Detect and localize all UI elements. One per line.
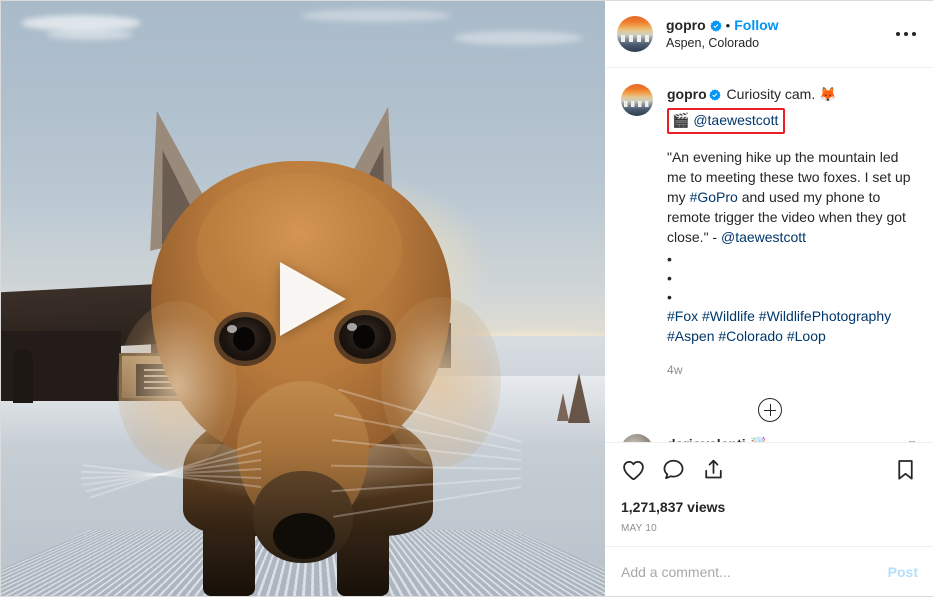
highlight-box: 🎬 @taewestcott [667,108,785,134]
highlighted-mention[interactable]: @taewestcott [693,112,778,128]
fox-emoji: 🦊 [819,87,836,103]
comment-text: 🤯 [749,437,766,442]
post-date: MAY 10 [621,523,918,534]
comment-bubble-icon[interactable] [661,457,686,487]
post-body: gopro Curiosity cam. 🦊 🎬 @taewestcott "A… [605,68,933,442]
comment-username[interactable]: dariovalenti [667,436,746,442]
load-more-comments[interactable] [621,398,918,422]
caption-text: gopro Curiosity cam. 🦊 🎬 @taewestcott "A… [667,84,918,380]
post-location[interactable]: Aspen, Colorado [666,36,779,51]
instagram-post: gopro • Follow Aspen, Colorado gopro Cur… [0,0,933,597]
clapper-emoji: 🎬 [672,113,689,129]
avatar[interactable] [617,16,653,52]
add-comment-bar: Post [605,546,933,596]
fox-eye-glint-right [347,323,357,331]
comment-like-icon[interactable] [906,434,918,442]
header-username-row: gopro • Follow [666,17,779,34]
post-actions: 1,271,837 views MAY 10 [605,442,933,546]
caption-hashtags[interactable]: #Fox #Wildlife #WildlifePhotography #Asp… [667,306,918,346]
caption-timestamp: 4w [667,360,918,380]
comment-content: dariovalenti 🤯 [667,434,906,442]
caption-quote: "An evening hike up the mountain led me … [667,147,918,247]
more-options-icon[interactable] [894,26,918,42]
spacer-dot: • [667,268,918,287]
fox-cheek-right [381,297,501,467]
post-sidebar: gopro • Follow Aspen, Colorado gopro Cur… [605,1,933,596]
verified-badge-icon [709,86,721,106]
play-triangle-icon[interactable] [280,262,346,336]
share-arrow-icon[interactable] [701,457,726,487]
fox-eye-left [219,317,271,361]
heart-icon[interactable] [621,457,646,487]
caption-avatar[interactable] [621,84,653,116]
post-header: gopro • Follow Aspen, Colorado [605,1,933,68]
caption-line1: Curiosity cam. [727,86,816,102]
action-icons-left [621,457,726,487]
caption-block: gopro Curiosity cam. 🦊 🎬 @taewestcott "A… [621,84,918,380]
comment-avatar[interactable] [621,434,653,442]
comment-input[interactable] [621,564,888,580]
header-text: gopro • Follow Aspen, Colorado [666,17,779,51]
avatar-detail [624,101,650,107]
follow-button[interactable]: Follow [734,17,778,34]
spacer-dot: • [667,287,918,306]
post-username[interactable]: gopro [666,17,706,34]
quote-mention[interactable]: @taewestcott [721,229,806,245]
post-comment-button[interactable]: Post [888,564,918,580]
spacer-dot: • [667,249,918,268]
verified-badge-icon [710,19,722,31]
caption-spacer-dots: • • • [667,249,918,306]
fox-nose [273,513,335,559]
fox-eye-glint-left [227,325,237,333]
hashtag-gopro[interactable]: #GoPro [690,189,738,205]
separator-dot: • [726,18,731,34]
caption-first-line: gopro Curiosity cam. 🦊 [667,84,918,106]
view-count: 1,271,837 views [621,499,918,515]
bookmark-icon[interactable] [893,457,918,487]
post-media[interactable] [1,1,605,596]
fox-eye-right [339,315,391,359]
plus-circle-icon[interactable] [758,398,782,422]
comment-item: dariovalenti 🤯 [621,434,918,442]
avatar-detail [621,35,649,42]
caption-username[interactable]: gopro [667,86,707,102]
caption-mention-line: 🎬 @taewestcott [667,106,918,134]
action-icons-row [621,451,918,491]
fox-cheek-left [117,301,237,471]
